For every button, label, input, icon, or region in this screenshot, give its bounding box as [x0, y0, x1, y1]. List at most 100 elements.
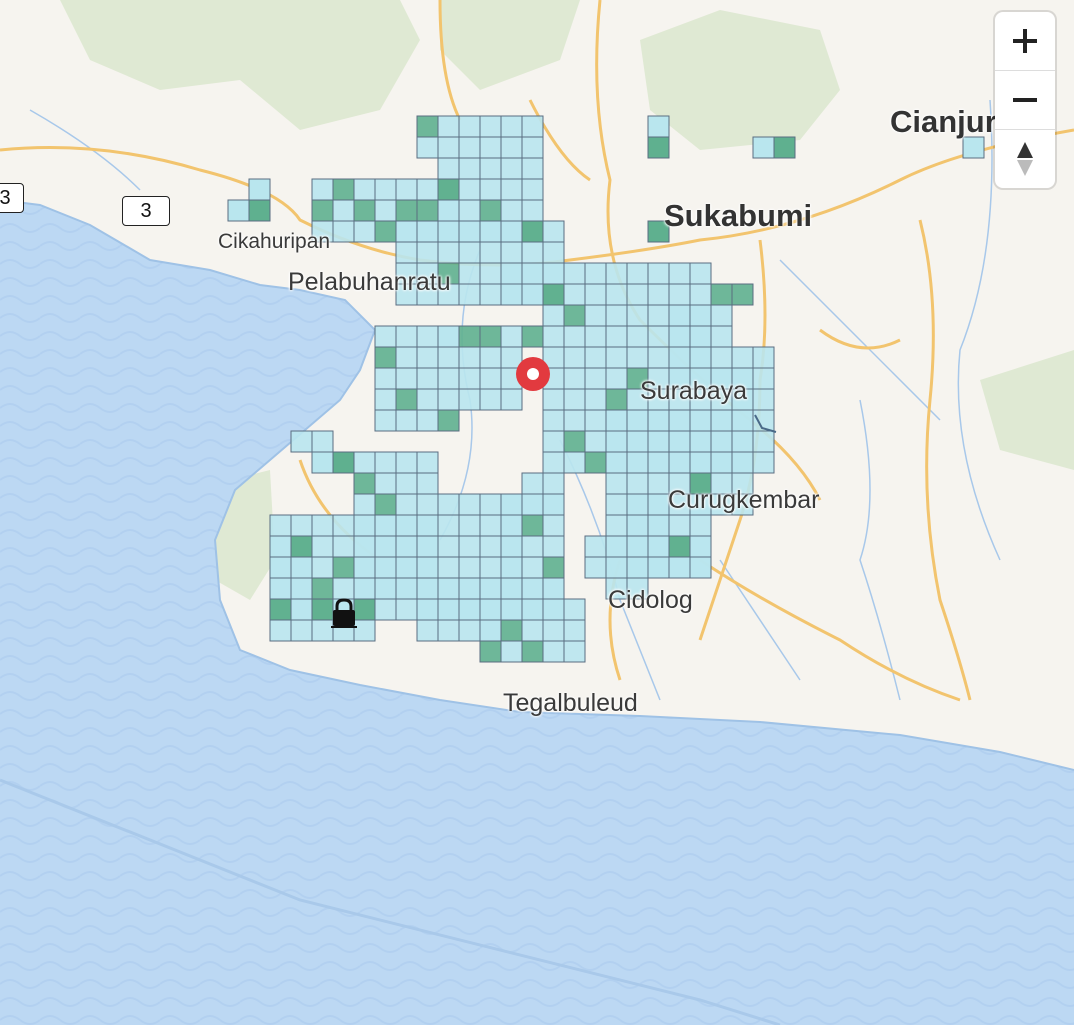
map-tile: [584, 262, 607, 285]
compass-button[interactable]: [995, 130, 1055, 188]
map-tile: [395, 346, 418, 369]
map-tile: [458, 325, 481, 348]
zoom-in-button[interactable]: [995, 12, 1055, 71]
map-tile: [479, 157, 502, 180]
map-tile: [311, 514, 334, 537]
compass-icon: [1017, 142, 1033, 176]
map-tile: [605, 346, 628, 369]
map-tile: [500, 640, 523, 663]
map-tile: [458, 388, 481, 411]
map-tile: [752, 367, 775, 390]
map-tile: [395, 451, 418, 474]
map-tile: [311, 199, 334, 222]
map-tile: [311, 577, 334, 600]
map-tile: [479, 577, 502, 600]
map-tile: [416, 514, 439, 537]
map-tile: [374, 577, 397, 600]
map-tile: [563, 388, 586, 411]
map-base-layer: [0, 0, 1074, 1025]
map-tile: [458, 157, 481, 180]
map-tile: [647, 514, 670, 537]
map-tile: [773, 136, 796, 159]
map-tile: [416, 577, 439, 600]
map-tile: [668, 430, 691, 453]
map-tile: [521, 283, 544, 306]
map-canvas[interactable]: Cianjur Sukabumi Cikahuripan Pelabuhanra…: [0, 0, 1074, 1025]
map-tile: [269, 619, 292, 642]
map-tile: [689, 430, 712, 453]
map-tile: [521, 514, 544, 537]
map-tile: [668, 556, 691, 579]
map-tile: [647, 535, 670, 558]
map-tile: [563, 451, 586, 474]
map-tile: [416, 451, 439, 474]
location-pin-icon[interactable]: [514, 355, 552, 393]
map-tile: [563, 409, 586, 432]
map-tile: [290, 598, 313, 621]
map-tile: [416, 493, 439, 516]
map-tile: [584, 535, 607, 558]
place-label-cidolog: Cidolog: [608, 586, 693, 614]
map-tile: [437, 556, 460, 579]
map-tile: [374, 367, 397, 390]
map-tile: [479, 220, 502, 243]
map-tile: [437, 115, 460, 138]
map-tile: [500, 136, 523, 159]
map-tile: [647, 556, 670, 579]
map-tile: [689, 535, 712, 558]
map-tile: [521, 640, 544, 663]
map-tile: [626, 535, 649, 558]
map-tile: [395, 409, 418, 432]
map-tile: [626, 472, 649, 495]
map-tile: [437, 493, 460, 516]
map-tile: [290, 619, 313, 642]
map-tile: [647, 409, 670, 432]
map-tile: [437, 325, 460, 348]
map-tile: [626, 493, 649, 516]
map-tile: [437, 535, 460, 558]
map-tile: [395, 493, 418, 516]
map-tile: [416, 178, 439, 201]
map-tile: [458, 178, 481, 201]
map-tile: [626, 409, 649, 432]
map-tile: [563, 619, 586, 642]
lock-icon: [331, 598, 357, 628]
map-tile: [353, 178, 376, 201]
map-tile: [584, 367, 607, 390]
map-tile: [479, 283, 502, 306]
map-tile: [605, 325, 628, 348]
map-tile: [605, 514, 628, 537]
map-tile: [479, 535, 502, 558]
map-tile: [542, 220, 565, 243]
place-label-pelabuhanratu: Pelabuhanratu: [288, 268, 451, 296]
map-tile: [500, 556, 523, 579]
map-tile: [458, 136, 481, 159]
map-tile: [731, 409, 754, 432]
zoom-out-button[interactable]: [995, 71, 1055, 130]
map-tile: [416, 220, 439, 243]
map-tile: [332, 514, 355, 537]
map-tile: [542, 283, 565, 306]
map-tile: [269, 598, 292, 621]
map-tile: [668, 535, 691, 558]
map-tile: [479, 325, 502, 348]
map-tile: [500, 577, 523, 600]
map-tile: [542, 241, 565, 264]
map-tile: [605, 556, 628, 579]
map-tile: [437, 619, 460, 642]
map-tile: [710, 430, 733, 453]
map-tile: [521, 556, 544, 579]
map-tile: [731, 430, 754, 453]
map-tile: [626, 262, 649, 285]
map-tile: [458, 283, 481, 306]
map-tile: [311, 619, 334, 642]
map-tile: [584, 304, 607, 327]
map-tile: [668, 409, 691, 432]
map-tile: [395, 220, 418, 243]
map-tile: [353, 577, 376, 600]
map-tile: [458, 241, 481, 264]
map-tile: [374, 514, 397, 537]
map-tile: [500, 283, 523, 306]
map-tile: [647, 451, 670, 474]
map-tile: [479, 367, 502, 390]
